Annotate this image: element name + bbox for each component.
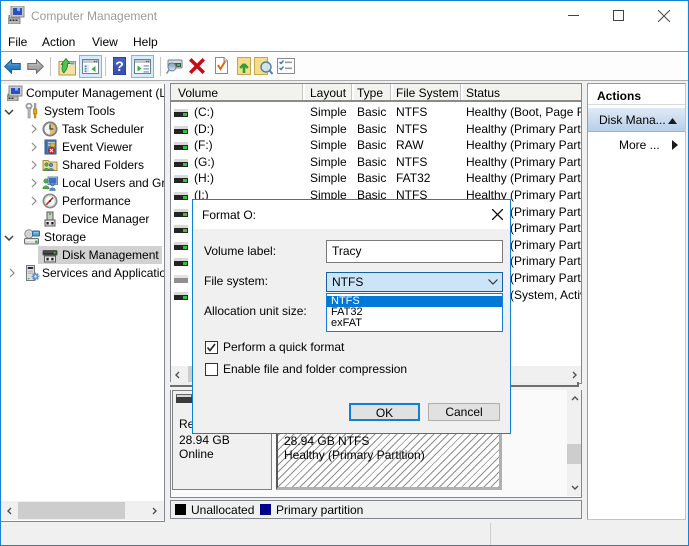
- svg-text:?: ?: [115, 58, 124, 74]
